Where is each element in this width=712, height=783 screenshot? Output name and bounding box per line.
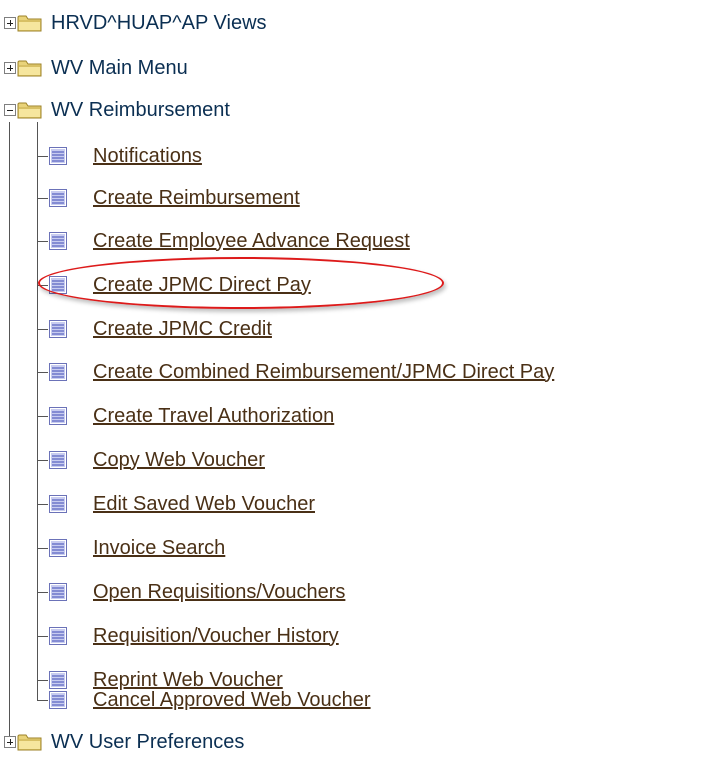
page-icon [48, 319, 68, 339]
create-employee-advance-request-link[interactable]: Create Employee Advance Request [93, 230, 410, 253]
create-travel-authorization-link[interactable]: Create Travel Authorization [93, 405, 334, 428]
page-icon [48, 362, 68, 382]
folder-icon [17, 732, 43, 752]
leaf-item-invoice-search[interactable]: Invoice Search [48, 533, 225, 563]
plus-box-icon[interactable] [4, 736, 16, 748]
create-reimbursement-link[interactable]: Create Reimbursement [93, 187, 300, 210]
tree-branch-line [37, 700, 48, 701]
leaf-item-notifications[interactable]: Notifications [48, 141, 202, 171]
page-icon [48, 626, 68, 646]
folder-icon [17, 58, 43, 78]
leaf-item-cancel-approved-web-voucher[interactable]: Cancel Approved Web Voucher [48, 685, 371, 715]
folder-label[interactable]: HRVD^HUAP^AP Views [51, 12, 267, 35]
invoice-search-link[interactable]: Invoice Search [93, 537, 225, 560]
folder-icon [17, 13, 43, 33]
create-jpmc-direct-pay-link[interactable]: Create JPMC Direct Pay [93, 274, 311, 297]
leaf-item-copy-web-voucher[interactable]: Copy Web Voucher [48, 445, 265, 475]
tree-branch-line [37, 372, 48, 373]
plus-box-icon[interactable] [4, 62, 16, 74]
tree-branch-line [37, 285, 48, 286]
leaf-item-create-jpmc-direct-pay[interactable]: Create JPMC Direct Pay [48, 270, 311, 300]
folder-row-wv-reimbursement[interactable]: WV Reimbursement [4, 95, 230, 125]
tree-branch-line [37, 460, 48, 461]
create-combined-reimbursement-link[interactable]: Create Combined Reimbursement/JPMC Direc… [93, 361, 554, 384]
tree-branch-line [37, 156, 48, 157]
page-icon [48, 494, 68, 514]
cancel-approved-web-voucher-link[interactable]: Cancel Approved Web Voucher [93, 689, 371, 712]
minus-box-icon[interactable] [4, 104, 16, 116]
open-requisitions-vouchers-link[interactable]: Open Requisitions/Vouchers [93, 581, 345, 604]
leaf-item-open-requisitions-vouchers[interactable]: Open Requisitions/Vouchers [48, 577, 345, 607]
tree-connector-line [37, 122, 38, 700]
navigation-tree: HRVD^HUAP^AP Views WV Main Menu WV Reimb… [0, 0, 712, 783]
tree-branch-line [37, 241, 48, 242]
folder-label[interactable]: WV User Preferences [51, 731, 244, 754]
create-jpmc-credit-link[interactable]: Create JPMC Credit [93, 318, 272, 341]
page-icon [48, 582, 68, 602]
leaf-item-create-reimbursement[interactable]: Create Reimbursement [48, 183, 300, 213]
tree-branch-line [37, 548, 48, 549]
page-icon [48, 406, 68, 426]
folder-row-wv-user-preferences[interactable]: WV User Preferences [4, 727, 244, 757]
tree-connector-line [9, 122, 10, 740]
page-icon [48, 231, 68, 251]
page-icon [48, 146, 68, 166]
page-icon [48, 538, 68, 558]
leaf-item-create-jpmc-credit[interactable]: Create JPMC Credit [48, 314, 272, 344]
tree-branch-line [37, 504, 48, 505]
folder-label[interactable]: WV Main Menu [51, 57, 188, 80]
folder-row-hrvd-views[interactable]: HRVD^HUAP^AP Views [4, 8, 267, 38]
plus-box-icon[interactable] [4, 17, 16, 29]
folder-label[interactable]: WV Reimbursement [51, 99, 230, 122]
notifications-link[interactable]: Notifications [93, 145, 202, 168]
edit-saved-web-voucher-link[interactable]: Edit Saved Web Voucher [93, 493, 315, 516]
leaf-item-edit-saved-web-voucher[interactable]: Edit Saved Web Voucher [48, 489, 315, 519]
copy-web-voucher-link[interactable]: Copy Web Voucher [93, 449, 265, 472]
tree-branch-line [37, 198, 48, 199]
leaf-item-create-employee-advance-request[interactable]: Create Employee Advance Request [48, 226, 410, 256]
tree-branch-line [37, 592, 48, 593]
page-icon [48, 690, 68, 710]
tree-branch-line [37, 636, 48, 637]
page-icon [48, 188, 68, 208]
tree-branch-line [37, 416, 48, 417]
open-folder-icon [17, 100, 43, 120]
requisition-voucher-history-link[interactable]: Requisition/Voucher History [93, 625, 339, 648]
leaf-item-create-travel-authorization[interactable]: Create Travel Authorization [48, 401, 334, 431]
page-icon [48, 450, 68, 470]
tree-branch-line [37, 329, 48, 330]
tree-branch-line [37, 680, 48, 681]
page-icon [48, 275, 68, 295]
leaf-item-create-combined-reimbursement[interactable]: Create Combined Reimbursement/JPMC Direc… [48, 357, 554, 387]
folder-row-wv-main-menu[interactable]: WV Main Menu [4, 53, 188, 83]
leaf-item-requisition-voucher-history[interactable]: Requisition/Voucher History [48, 621, 339, 651]
